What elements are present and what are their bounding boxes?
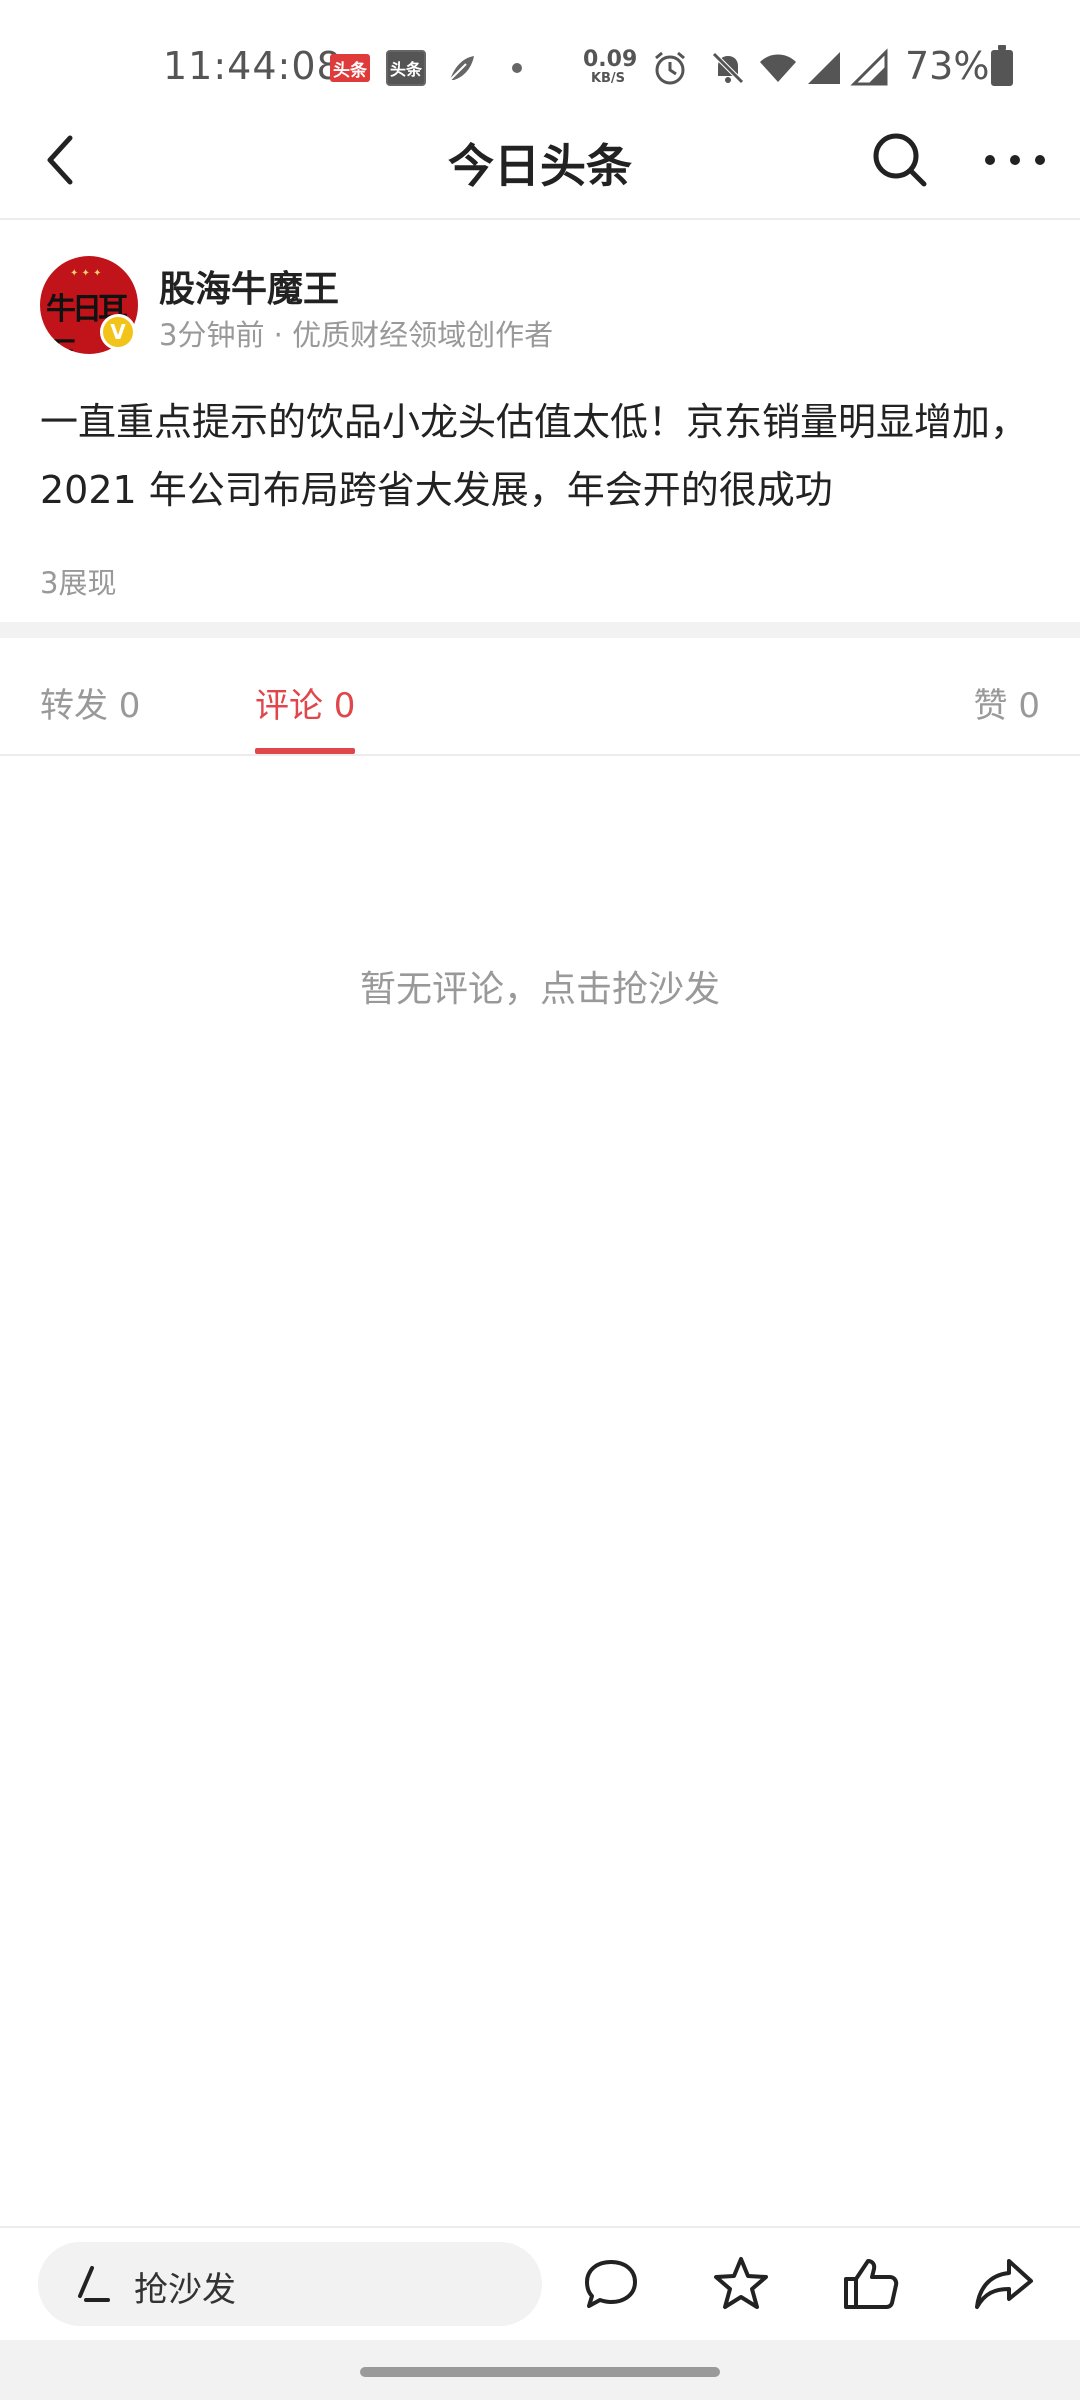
verified-badge-icon: V <box>100 314 136 350</box>
share-arrow-icon <box>975 2259 1033 2309</box>
wifi-icon <box>760 54 796 82</box>
comment-bubble-icon <box>585 2260 637 2308</box>
author-meta: 3分钟前 · 优质财经领域创作者 <box>159 318 554 352</box>
author-name[interactable]: 股海牛魔王 <box>159 260 339 312</box>
comment-input[interactable]: 抢沙发 <box>38 2242 542 2326</box>
impressions-count: 3展现 <box>40 566 117 600</box>
title-bar: 今日头条 <box>0 100 1080 220</box>
more-dots-icon <box>985 155 1045 165</box>
toutiao-app-icon: 头条 <box>386 50 426 86</box>
thumbs-up-icon <box>844 2259 899 2309</box>
feather-icon <box>449 56 474 81</box>
search-icon <box>873 133 927 187</box>
post-text: 一直重点提示的饮品小龙头估值太低！京东销量明显增加，2021 年公司布局跨省大发… <box>40 400 1029 512</box>
avatar-decoration: ✦ ✦ ✦ <box>70 268 102 279</box>
interaction-tabs: 转发 0 评论 0 赞 0 <box>0 638 1080 756</box>
tab-like[interactable]: 赞 0 <box>974 678 1040 727</box>
tab-comment[interactable]: 评论 0 <box>255 678 355 727</box>
search-button[interactable] <box>868 128 932 192</box>
star-icon <box>714 2257 768 2309</box>
comment-button[interactable] <box>575 2248 647 2320</box>
share-button[interactable] <box>968 2248 1040 2320</box>
like-button[interactable] <box>835 2248 907 2320</box>
active-tab-indicator <box>255 748 355 754</box>
tab-forward[interactable]: 转发 0 <box>40 678 140 727</box>
section-divider <box>0 622 1080 638</box>
home-indicator[interactable] <box>360 2367 720 2377</box>
status-time: 11:44:08 <box>163 44 342 88</box>
network-speed-value: 0.09 <box>583 47 638 72</box>
network-speed-unit: KB/S <box>590 71 626 86</box>
alarm-icon <box>655 51 685 85</box>
notification-dot <box>512 63 522 73</box>
more-button[interactable] <box>980 128 1050 192</box>
signal-icon <box>808 52 840 84</box>
bottom-action-bar: 抢沙发 <box>0 2226 1080 2340</box>
empty-comments-message[interactable]: 暂无评论，点击抢沙发 <box>0 960 1080 1012</box>
battery-percent: 73% <box>905 44 990 88</box>
signal-icon-2 <box>850 48 888 86</box>
battery-icon <box>991 45 1013 86</box>
favorite-button[interactable] <box>705 2248 777 2320</box>
bell-off-icon <box>712 52 744 84</box>
pen-icon <box>78 2266 110 2302</box>
comment-input-placeholder: 抢沙发 <box>134 2270 236 2310</box>
system-navigation-bar <box>0 2340 1080 2400</box>
toutiao-notification-icon: 头条 <box>330 54 370 82</box>
network-speed: 0.09 KB/S <box>583 47 638 86</box>
